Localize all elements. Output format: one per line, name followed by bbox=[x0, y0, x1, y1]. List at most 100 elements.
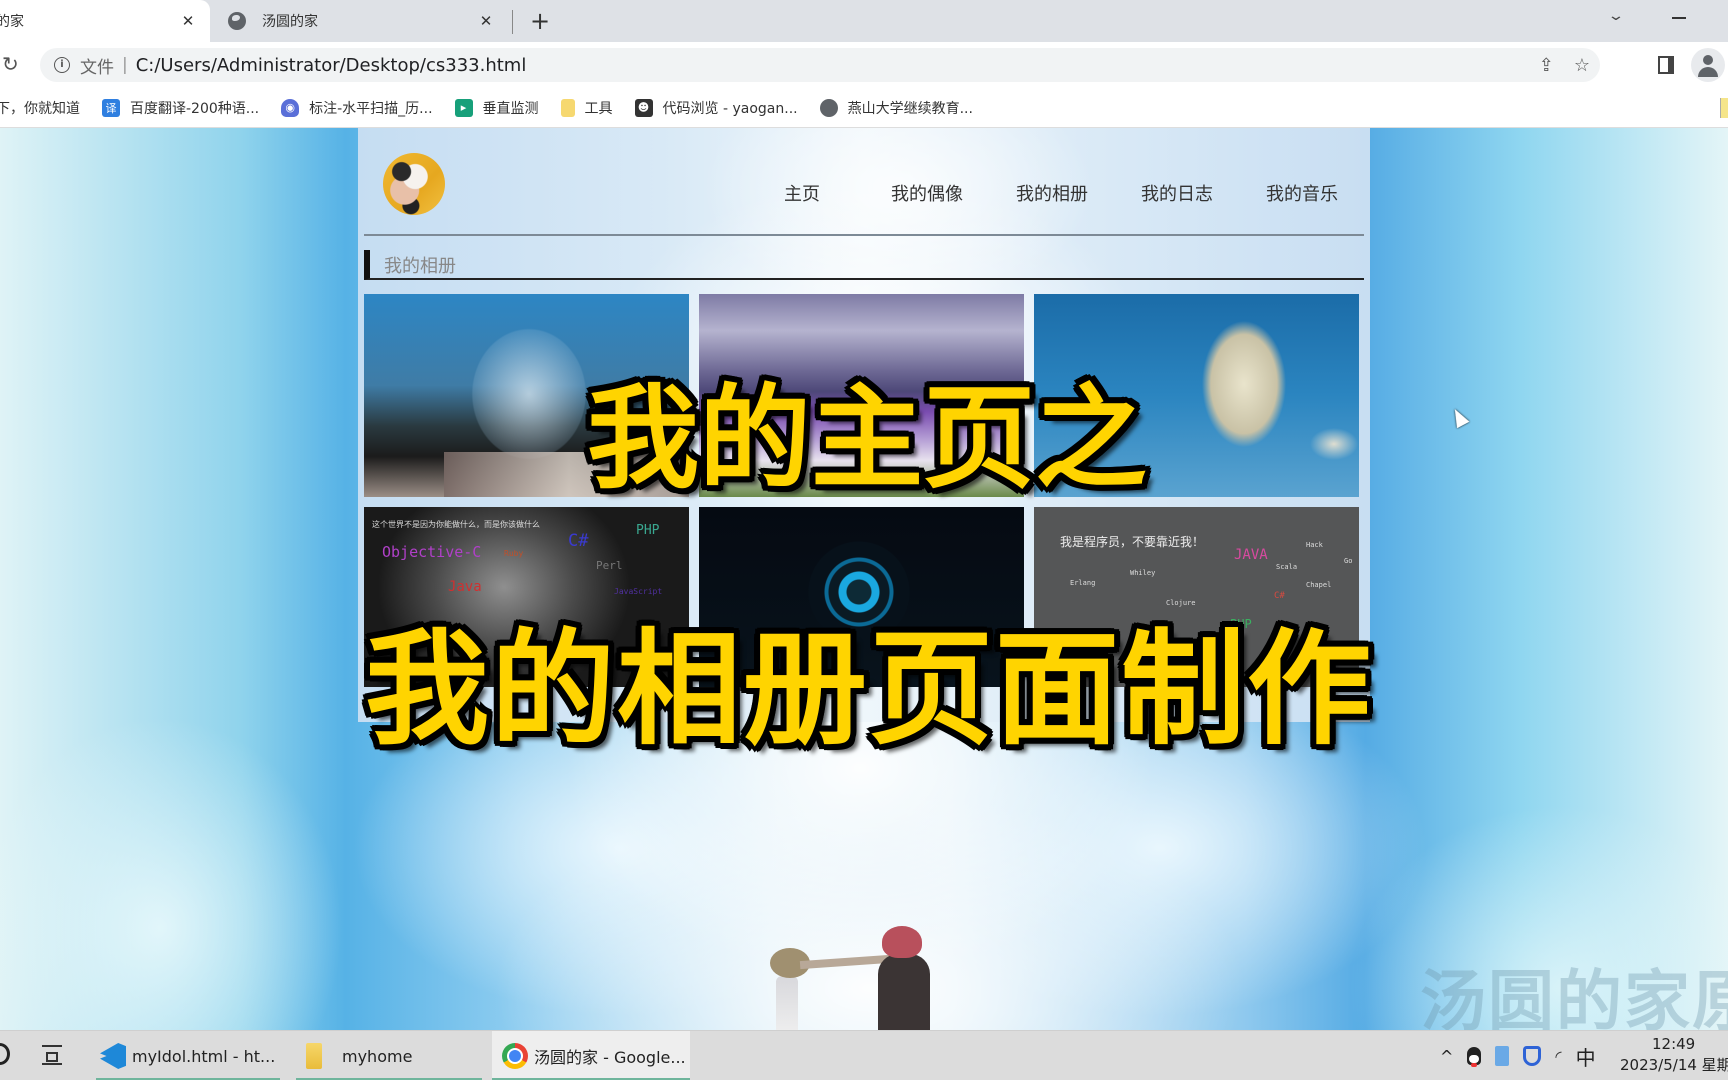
site-nav: 主页 我的偶像 我的相册 我的日志 我的音乐 bbox=[358, 180, 1370, 210]
chrome-icon bbox=[502, 1043, 528, 1069]
qq-icon[interactable] bbox=[1467, 1047, 1482, 1065]
address-bar[interactable]: i 文件 | C:/Users/Administrator/Desktop/cs… bbox=[40, 48, 1600, 82]
photo-caption: 我是程序员，不要靠近我！ bbox=[1060, 535, 1205, 549]
play-icon: ▸ bbox=[454, 98, 473, 117]
show-hidden-icons-chevron-icon[interactable]: ^ bbox=[1440, 1047, 1453, 1066]
taskbar-app-explorer[interactable]: myhome bbox=[296, 1031, 482, 1080]
lavender-field-photo[interactable] bbox=[699, 294, 1024, 497]
bookmark-folder[interactable]: 工具 bbox=[560, 98, 613, 118]
other-bookmarks-folder-icon[interactable] bbox=[1720, 98, 1728, 118]
photo-word: Chapel bbox=[1306, 581, 1332, 589]
url-text[interactable]: C:/Users/Administrator/Desktop/cs333.htm… bbox=[136, 55, 527, 76]
bookmark-item[interactable]: 下，你就知道 bbox=[0, 98, 80, 118]
folder-icon bbox=[560, 98, 575, 117]
nav-item-home[interactable]: 主页 bbox=[784, 180, 820, 206]
input-method-indicator[interactable]: 中 bbox=[1576, 1042, 1596, 1071]
photo-word: JavaScript bbox=[614, 587, 663, 596]
monster-icon: ◉ bbox=[281, 98, 300, 117]
usb-drive-icon[interactable] bbox=[1495, 1046, 1510, 1066]
bookmark-item[interactable]: ◉ 标注-水平扫描_历... bbox=[281, 98, 433, 118]
task-view-icon[interactable] bbox=[42, 1045, 62, 1065]
bookmark-label: 标注-水平扫描_历... bbox=[309, 100, 433, 117]
nav-item-music[interactable]: 我的音乐 bbox=[1266, 180, 1338, 206]
photo-word: Java bbox=[448, 579, 482, 595]
scheme-label: 文件 bbox=[80, 57, 114, 78]
bookmark-label: 代码浏览 - yaogan... bbox=[662, 100, 798, 117]
bookmark-label: 垂直监测 bbox=[482, 100, 539, 117]
mouse-cursor-icon bbox=[1448, 405, 1470, 429]
photo-word: PHP bbox=[1230, 617, 1252, 631]
taskbar-app-label: myIdol.html - ht... bbox=[132, 1046, 276, 1066]
taskbar-app-chrome[interactable]: 汤圆的家 - Google... bbox=[492, 1031, 690, 1080]
wifi-icon[interactable]: ◜ bbox=[1555, 1047, 1561, 1066]
photo-word: Objective-C bbox=[382, 543, 482, 561]
new-tab-button[interactable]: + bbox=[526, 6, 554, 36]
tab-title: 的家 bbox=[0, 14, 24, 30]
code-browser-icon: ☻ bbox=[634, 98, 653, 117]
baidu-translate-icon: 译 bbox=[102, 98, 120, 117]
clock-time: 12:49 bbox=[1652, 1035, 1696, 1053]
photo-word: Ruby bbox=[504, 549, 524, 558]
scheme-separator: | bbox=[122, 55, 128, 75]
tab-search-chevron-icon[interactable]: ⌄ bbox=[1607, 8, 1625, 24]
minimize-window-icon[interactable] bbox=[1672, 17, 1686, 19]
page-viewport: 汤圆的家原 主页 我的偶像 我的相册 我的日志 我的音乐 我的相册 这个世界不是… bbox=[0, 128, 1728, 1030]
taskbar-app-label: 汤圆的家 - Google... bbox=[534, 1048, 686, 1067]
photo-word: Perl bbox=[596, 559, 623, 572]
photo-word: C# bbox=[568, 531, 589, 551]
section-heading: 我的相册 bbox=[364, 250, 1364, 280]
browser-tab[interactable]: 汤圆的家 ✕ bbox=[218, 0, 508, 42]
photo-word: PHP bbox=[636, 523, 660, 538]
globe-icon bbox=[228, 12, 246, 30]
bookmark-label: 燕山大学继续教育... bbox=[847, 100, 973, 117]
programmer-words-photo[interactable]: 我是程序员，不要靠近我！ JAVA Hack Go Scala Whiley E… bbox=[1034, 507, 1359, 687]
globe-icon bbox=[819, 98, 838, 117]
nav-item-diary[interactable]: 我的日志 bbox=[1141, 180, 1213, 206]
photo-word: Clojure bbox=[1166, 599, 1196, 607]
profile-avatar-icon[interactable] bbox=[1691, 48, 1725, 82]
bookmark-item[interactable]: 译 百度翻译-200种语... bbox=[102, 98, 259, 118]
tab-title: 汤圆的家 bbox=[262, 14, 318, 30]
crystal-ball-photo[interactable] bbox=[364, 294, 689, 497]
photo-word: Erlang bbox=[1070, 579, 1096, 587]
nav-divider bbox=[364, 234, 1364, 236]
photo-word: C# bbox=[1274, 591, 1285, 601]
photo-word: Scala bbox=[1276, 563, 1298, 571]
close-tab-icon[interactable]: ✕ bbox=[176, 12, 200, 30]
magnolia-flower-photo[interactable] bbox=[1034, 294, 1359, 497]
bookmark-label: 下，你就知道 bbox=[0, 100, 80, 117]
browser-tab-strip: 的家 ✕ 汤圆的家 ✕ + ⌄ bbox=[0, 0, 1728, 42]
side-panel-icon[interactable] bbox=[1658, 56, 1674, 74]
taskbar-app-label: myhome bbox=[342, 1046, 413, 1066]
folder-icon bbox=[306, 1043, 322, 1069]
bookmark-item[interactable]: ☻ 代码浏览 - yaogan... bbox=[634, 98, 798, 118]
tab-separator bbox=[512, 10, 513, 34]
bookmark-item[interactable]: ▸ 垂直监测 bbox=[454, 98, 539, 118]
browser-toolbar: ↻ i 文件 | C:/Users/Administrator/Desktop/… bbox=[0, 42, 1728, 88]
tech-circle-photo[interactable] bbox=[699, 507, 1024, 687]
taskbar-app-vscode[interactable]: myIdol.html - ht... bbox=[96, 1031, 280, 1080]
reload-icon[interactable]: ↻ bbox=[2, 52, 19, 76]
bookmark-item[interactable]: 燕山大学继续教育... bbox=[819, 98, 973, 118]
bookmark-label: 工具 bbox=[584, 100, 613, 117]
section-title: 我的相册 bbox=[384, 256, 456, 277]
background-figure-illustration bbox=[760, 918, 960, 1030]
nav-item-album[interactable]: 我的相册 bbox=[1016, 180, 1088, 206]
browser-tab-active[interactable]: 的家 ✕ bbox=[0, 0, 210, 42]
bookmark-star-icon[interactable]: ☆ bbox=[1574, 55, 1590, 76]
bookmarks-bar: 下，你就知道 译 百度翻译-200种语... ◉ 标注-水平扫描_历... ▸ … bbox=[0, 88, 1728, 128]
close-tab-icon[interactable]: ✕ bbox=[474, 12, 498, 30]
system-clock[interactable]: 12:49 2023/5/14 星期 bbox=[1620, 1034, 1728, 1076]
share-icon[interactable]: ⇪ bbox=[1539, 55, 1554, 76]
photo-word: Whiley bbox=[1130, 569, 1156, 577]
photo-word: Go bbox=[1344, 557, 1353, 565]
system-tray: ^ ◜ 中 bbox=[1440, 1031, 1596, 1080]
nav-item-idol[interactable]: 我的偶像 bbox=[891, 180, 963, 206]
vscode-icon bbox=[100, 1043, 126, 1069]
bookmark-label: 百度翻译-200种语... bbox=[130, 100, 260, 117]
watermark-text: 汤圆的家原 bbox=[1420, 963, 1728, 1030]
security-shield-icon[interactable] bbox=[1523, 1046, 1542, 1066]
search-circle-icon[interactable] bbox=[0, 1043, 10, 1065]
info-icon[interactable]: i bbox=[54, 57, 70, 73]
programming-languages-photo[interactable]: 这个世界不是因为你能做什么，而是你该做什么 Objective-C C# PHP… bbox=[364, 507, 689, 687]
